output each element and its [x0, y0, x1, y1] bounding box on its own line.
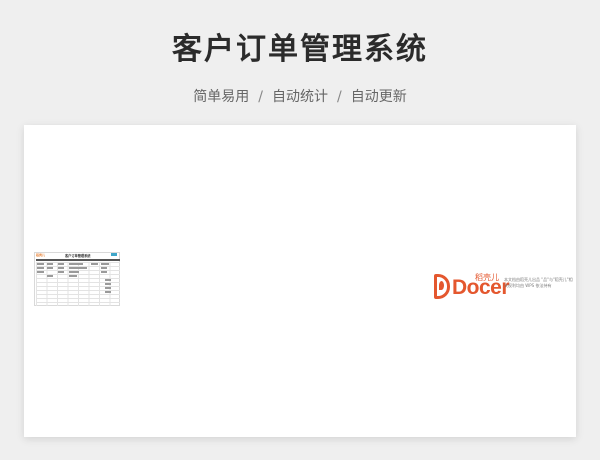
feature-auto-stat: 自动统计: [272, 89, 328, 105]
thumbnail-brand: 稻壳儿: [36, 253, 46, 257]
thumbnail-cell: [58, 267, 64, 269]
thumbnail-cell: [69, 271, 79, 273]
thumbnail-cell: [58, 263, 64, 265]
thumbnail-cell: [91, 263, 98, 265]
spreadsheet-thumbnail[interactable]: 稻壳儿 客户订单管理系统: [34, 252, 120, 306]
thumbnail-cell: [47, 275, 53, 277]
thumbnail-cell: [105, 283, 111, 285]
feature-easy: 简单易用: [193, 89, 250, 105]
thumbnail-cell: [101, 263, 109, 265]
watermark-description: 本文档由稻壳儿出品 "品"与"稻壳儿"相关权利均由 WPS 依法持有: [504, 277, 573, 288]
thumbnail-button: [111, 253, 117, 256]
thumbnail-cell: [101, 271, 107, 273]
document-preview-sheet[interactable]: 稻壳儿 客户订单管理系统 Docer 稻壳儿 本文档由稻壳儿出品 "品"与"稻壳…: [24, 125, 576, 437]
thumbnail-header-row: [36, 259, 120, 261]
thumbnail-cell: [37, 271, 44, 273]
page-title: 客户订单管理系统: [172, 32, 428, 67]
thumbnail-cell: [47, 267, 53, 269]
feature-auto-update: 自动更新: [350, 89, 407, 105]
leaf-icon: [439, 281, 444, 290]
separator: /: [337, 89, 342, 105]
thumbnail-cell: [105, 291, 111, 293]
thumbnail-cell: [101, 267, 107, 269]
thumbnail-cell: [37, 267, 44, 269]
thumbnail-cell: [69, 263, 83, 265]
thumbnail-cell: [69, 267, 87, 269]
thumbnail-cell: [69, 275, 77, 277]
page-subtitle: 简单易用 / 自动统计 / 自动更新: [0, 86, 600, 106]
separator: /: [258, 89, 263, 105]
thumbnail-cell: [105, 279, 111, 281]
thumbnail-cell: [105, 287, 111, 289]
docer-logo-cn: 稻壳儿: [475, 273, 499, 282]
thumbnail-cell: [47, 263, 53, 265]
thumbnail-cell: [37, 263, 44, 265]
docer-watermark: Docer 稻壳儿 本文档由稻壳儿出品 "品"与"稻壳儿"相关权利均由 WPS …: [434, 273, 574, 303]
thumbnail-cell: [58, 271, 64, 273]
thumbnail-title: 客户订单管理系统: [65, 254, 91, 258]
